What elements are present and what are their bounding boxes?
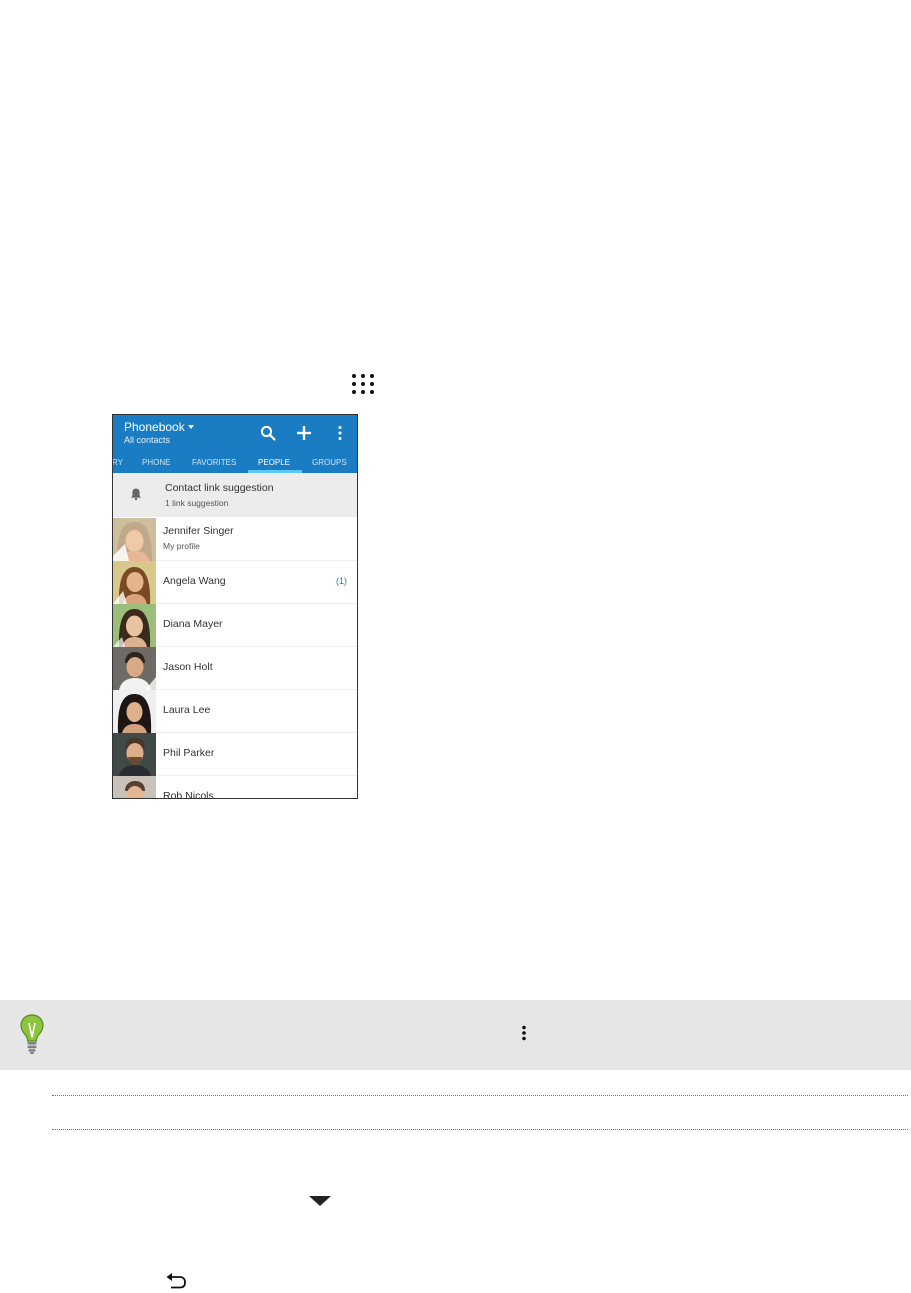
contact-name: Jennifer Singer: [163, 525, 234, 537]
contact-row[interactable]: Diana Mayer: [113, 604, 357, 647]
avatar: [113, 604, 156, 647]
avatar: [113, 518, 156, 561]
avatar: [113, 647, 156, 690]
dropdown-caret-icon: [187, 425, 194, 429]
tab-groups[interactable]: GROUPS: [312, 458, 347, 467]
more-vertical-icon: [522, 1025, 526, 1041]
contact-name: Phil Parker: [163, 747, 215, 759]
avatar: [113, 690, 156, 733]
contact-row[interactable]: Laura Lee: [113, 690, 357, 733]
link-suggestion-row[interactable]: Contact link suggestion 1 link suggestio…: [113, 473, 357, 517]
phonebook-screenshot: Phonebook All contacts RY PHONE FAVORITE…: [112, 414, 358, 799]
tip-box: [0, 1000, 911, 1070]
link-count-badge: (1): [336, 576, 347, 586]
tab-bar: RY PHONE FAVORITES PEOPLE GROUPS: [113, 455, 357, 473]
search-icon[interactable]: [259, 424, 277, 442]
tab-history[interactable]: RY: [113, 458, 123, 467]
contact-row[interactable]: Angela Wang (1): [113, 561, 357, 604]
suggestion-subtitle: 1 link suggestion: [165, 498, 229, 508]
dotted-separator: [52, 1095, 908, 1096]
contact-row[interactable]: Rob Nicols: [113, 776, 357, 799]
grid-icon: [352, 374, 374, 394]
tab-favorites[interactable]: FAVORITES: [192, 458, 236, 467]
dotted-separator: [52, 1129, 908, 1130]
avatar: [113, 733, 156, 776]
tab-phone[interactable]: PHONE: [142, 458, 170, 467]
contact-row[interactable]: Jason Holt: [113, 647, 357, 690]
phonebook-dropdown[interactable]: Phonebook: [124, 420, 194, 434]
contact-name: Rob Nicols: [163, 790, 214, 799]
contact-name: Laura Lee: [163, 704, 211, 716]
caret-down-icon: [309, 1196, 331, 1206]
tab-people[interactable]: PEOPLE: [258, 458, 290, 467]
app-subtitle: All contacts: [124, 435, 171, 445]
contact-name: Jason Holt: [163, 661, 213, 673]
app-bar: Phonebook All contacts RY PHONE FAVORITE…: [113, 415, 357, 473]
avatar: [113, 561, 156, 604]
app-title: Phonebook: [124, 420, 185, 434]
lightbulb-icon: [20, 1014, 44, 1054]
contact-name: Angela Wang: [163, 575, 226, 587]
suggestion-title: Contact link suggestion: [165, 482, 274, 494]
contact-subtitle: My profile: [163, 541, 200, 551]
contact-row[interactable]: Jennifer Singer My profile: [113, 518, 357, 561]
add-icon[interactable]: [295, 424, 313, 442]
contact-name: Diana Mayer: [163, 618, 223, 630]
avatar: [113, 776, 156, 798]
contact-row[interactable]: Phil Parker: [113, 733, 357, 776]
back-arrow-icon: [166, 1273, 186, 1289]
more-vertical-icon[interactable]: [331, 424, 349, 442]
bell-icon: [131, 488, 141, 501]
